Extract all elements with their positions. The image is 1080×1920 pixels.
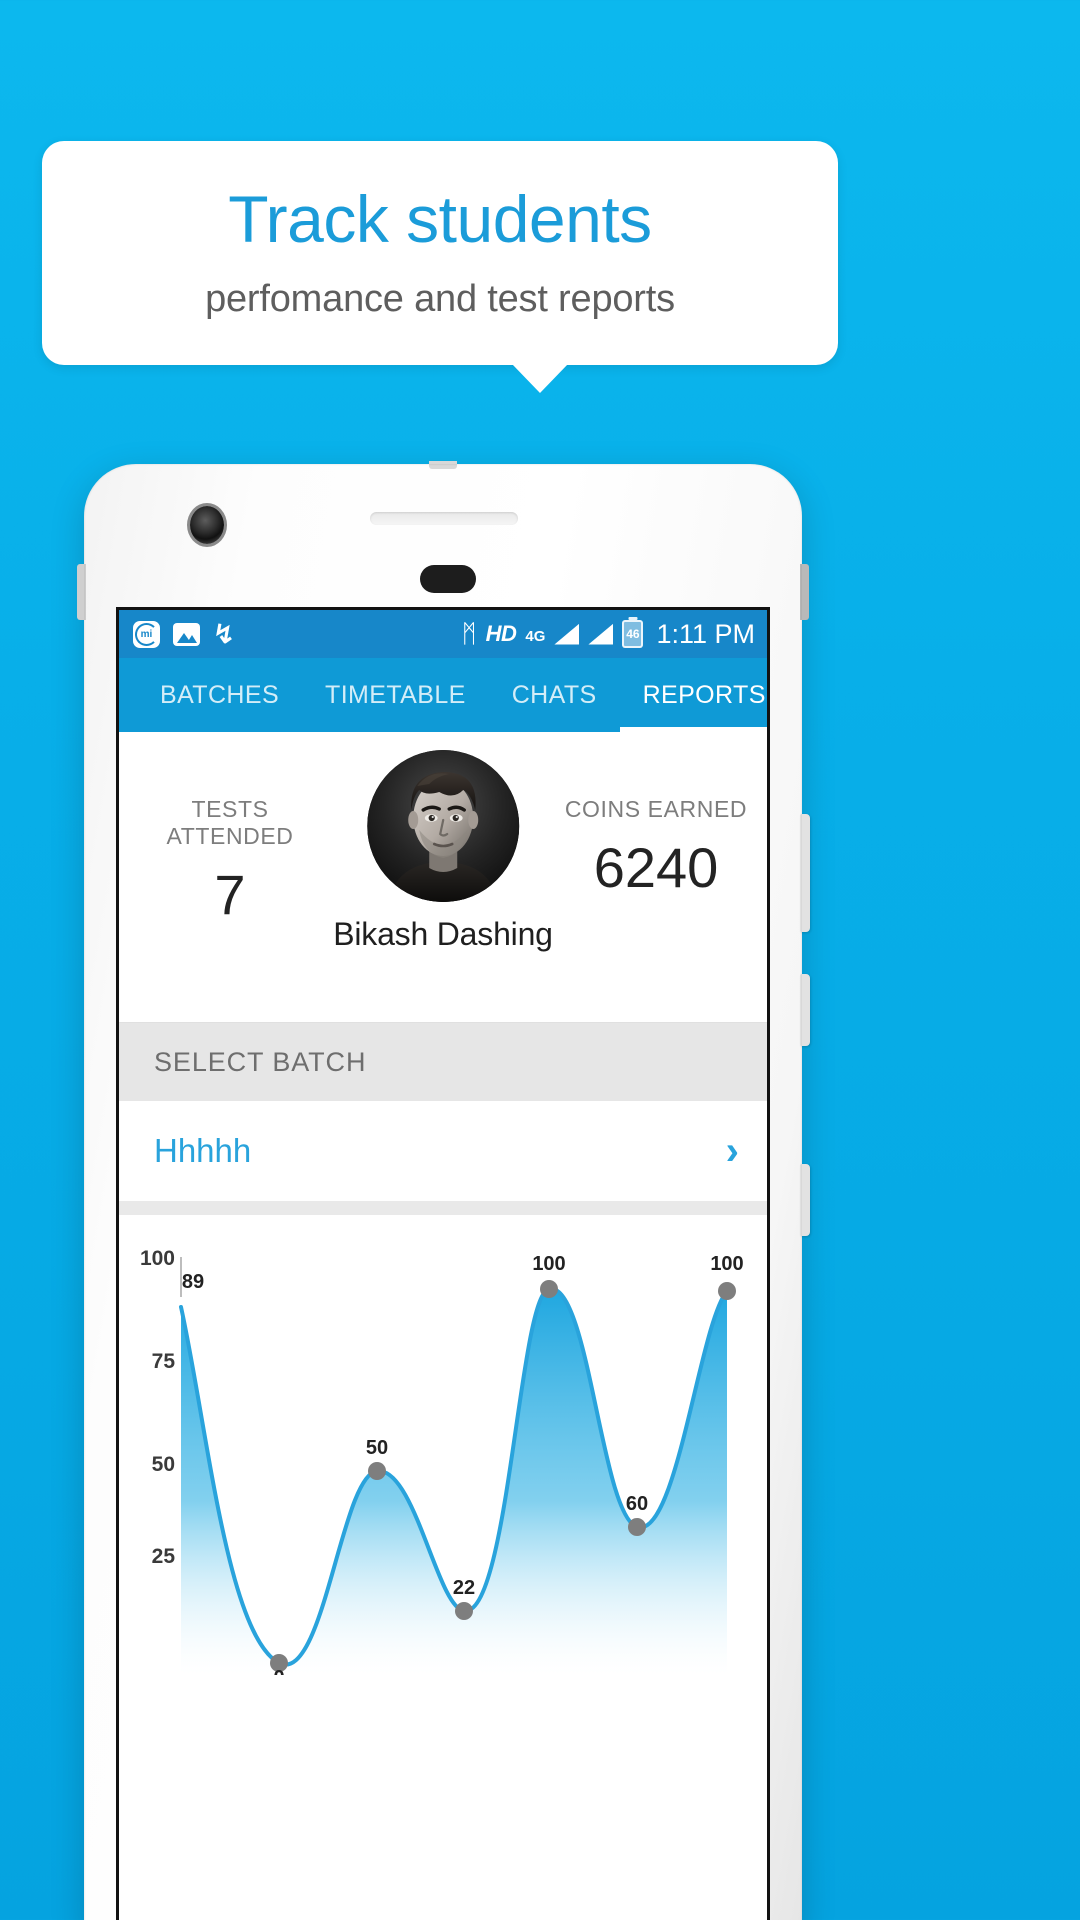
- y-axis-label-25: 25: [151, 1545, 175, 1568]
- selected-batch-name: Hhhhh: [154, 1132, 252, 1169]
- chart-point-label-7: 100: [710, 1253, 744, 1275]
- promo-title: Track students: [228, 181, 652, 256]
- phone-right-nub: [800, 564, 809, 620]
- chart-point-label-1: 89: [181, 1271, 205, 1293]
- chart-point-marker: [455, 1602, 473, 1620]
- status-bar-clock: 1:11 PM: [656, 618, 755, 649]
- mi-icon-label: mi: [140, 628, 153, 640]
- student-profile[interactable]: Bikash Dashing: [333, 750, 553, 953]
- avatar[interactable]: [366, 750, 519, 902]
- tab-bar: BATCHES TIMETABLE CHATS REPORTS: [119, 658, 767, 732]
- signal-bars-icon-1: [554, 623, 580, 645]
- mi-icon: mi: [133, 620, 160, 648]
- bluetooth-icon: ᛗ: [461, 619, 477, 648]
- earpiece-speaker: [370, 512, 518, 525]
- network-type-icon: 4G: [525, 627, 546, 645]
- tests-attended-stat: TESTS ATTENDED 7: [135, 732, 325, 927]
- y-axis-label-75: 75: [151, 1350, 175, 1373]
- phone-left-nub: [77, 564, 86, 620]
- chart-point-label-4: 22: [452, 1577, 476, 1599]
- hd-voice-icon: HD: [485, 621, 517, 646]
- chart-point-marker: [628, 1518, 646, 1536]
- volume-button[interactable]: [800, 814, 810, 932]
- battery-icon: 46: [622, 620, 644, 648]
- coins-earned-stat: COINS EARNED 6240: [561, 732, 751, 900]
- promo-bubble-tail: [512, 364, 568, 393]
- sync-disabled-icon: ↯: [213, 619, 235, 649]
- chart-point-label-3: 50: [365, 1437, 389, 1459]
- chart-point-marker: [540, 1280, 558, 1298]
- tab-timetable[interactable]: TIMETABLE: [302, 658, 489, 732]
- secondary-side-button[interactable]: [800, 1164, 810, 1236]
- status-bar-left-icons: mi ↯: [133, 619, 235, 649]
- coins-earned-label: COINS EARNED: [564, 796, 748, 822]
- signal-bars-icon-2: [588, 623, 614, 645]
- tab-chats[interactable]: CHATS: [489, 658, 620, 732]
- power-button[interactable]: [800, 974, 810, 1046]
- front-camera-icon: [190, 506, 224, 544]
- chart-area-fill: [181, 1288, 727, 1675]
- y-axis-label-100: 100: [139, 1247, 175, 1270]
- y-axis-label-50: 50: [151, 1453, 175, 1476]
- chart-point-marker: [368, 1462, 386, 1480]
- avatar-portrait-icon: [366, 750, 519, 902]
- performance-chart: 100 75 50 25 89 0 50 22 100 60 100: [119, 1215, 767, 1675]
- student-name: Bikash Dashing: [333, 916, 553, 952]
- status-bar-right-icons: ᛗ HD 4G 46 1:11 PM: [462, 619, 755, 650]
- chart-point-label-6: 60: [625, 1493, 649, 1515]
- tests-attended-label: TESTS ATTENDED: [166, 796, 294, 849]
- chart-point-marker: [718, 1282, 736, 1300]
- batch-selector-row[interactable]: Hhhhh ›: [119, 1101, 767, 1201]
- tests-attended-value: 7: [214, 863, 246, 926]
- promo-subtitle: perfomance and test reports: [205, 278, 675, 321]
- tab-batches[interactable]: BATCHES: [137, 658, 302, 732]
- gallery-icon: [173, 622, 200, 646]
- chart-point-label-5: 100: [532, 1253, 566, 1275]
- promo-bubble: Track students perfomance and test repor…: [42, 141, 838, 365]
- status-bar: mi ↯ ᛗ HD 4G 46 1:11 PM: [119, 610, 767, 658]
- phone-antenna: [429, 461, 457, 469]
- chevron-right-icon[interactable]: ›: [726, 1131, 739, 1171]
- chart-point-label-2: 0: [273, 1667, 284, 1675]
- profile-summary: TESTS ATTENDED 7 Bikash Dashing COINS EA…: [119, 732, 767, 1022]
- coins-earned-value: 6240: [593, 836, 719, 899]
- phone-screen: mi ↯ ᛗ HD 4G 46 1:11 PM BATCHES TIMETABL…: [116, 607, 770, 1920]
- tab-reports[interactable]: REPORTS: [619, 658, 767, 732]
- select-batch-header: SELECT BATCH: [119, 1023, 767, 1101]
- performance-chart-svg: [179, 1257, 736, 1675]
- proximity-sensor: [420, 565, 476, 593]
- chart-section-divider: [119, 1201, 767, 1215]
- phone-mockup: mi ↯ ᛗ HD 4G 46 1:11 PM BATCHES TIMETABL…: [77, 461, 810, 1920]
